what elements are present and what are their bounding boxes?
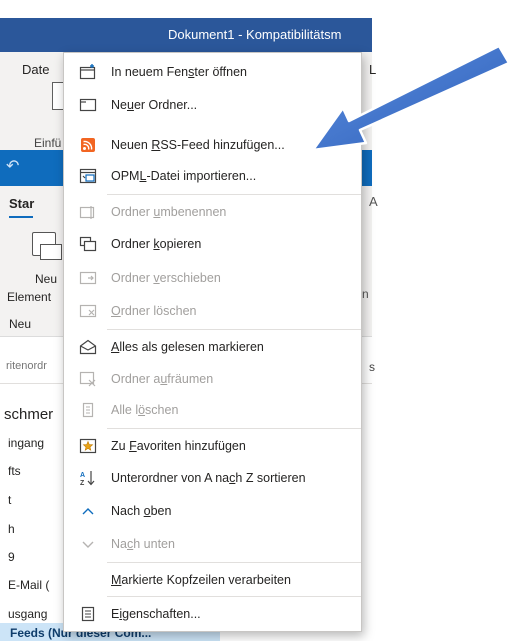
menu-item-add-rss-feed[interactable]: Neuen RSS-Feed hinzufügen... [64, 130, 361, 160]
menu-item-label: Neuer Ordner... [111, 98, 198, 112]
menu-separator [107, 194, 361, 195]
menu-item-clean-up-folder[interactable]: Ordner aufräumen [64, 364, 361, 394]
svg-text:Z: Z [80, 480, 85, 486]
word-tab-file[interactable]: Date [22, 62, 49, 77]
word-window-title: Dokument1 - Kompatibilitätsm [168, 27, 342, 42]
properties-icon [79, 606, 97, 622]
folder-item-email[interactable]: E-Mail ( [8, 578, 49, 592]
opml-import-icon [79, 168, 97, 184]
folder-item-drafts[interactable]: fts [8, 464, 21, 478]
outlook-undo-icon[interactable]: ↶ [6, 156, 19, 176]
right-pane-partial-text: s [369, 360, 375, 374]
word-title-bar: Dokument1 - Kompatibilitätsm [0, 18, 372, 52]
menu-item-label: Eigenschaften... [111, 607, 201, 621]
menu-item-move-folder[interactable]: Ordner verschieben [64, 263, 361, 293]
rename-folder-icon [79, 204, 97, 220]
menu-item-label: Unterordner von A nach Z sortieren [111, 471, 306, 485]
menu-separator [107, 428, 361, 429]
folder-context-menu: In neuem Fenster öffnen Neuer Ordner... … [63, 52, 362, 632]
menu-item-label: Alle löschen [111, 403, 179, 417]
menu-item-label: Neuen RSS-Feed hinzufügen... [111, 138, 285, 152]
menu-item-label: Ordner aufräumen [111, 372, 214, 386]
move-down-icon [79, 536, 97, 552]
svg-text:A: A [80, 472, 85, 479]
folder-item-archive[interactable]: h [8, 522, 15, 536]
new-item-mail-icon [40, 244, 62, 260]
menu-item-label: Ordner umbenennen [111, 205, 227, 219]
menu-item-mark-all-read[interactable]: Alles als gelesen markieren [64, 332, 361, 362]
move-up-icon [79, 503, 97, 519]
outlook-tab-start[interactable]: Star [9, 196, 34, 211]
menu-item-sort-subfolders[interactable]: AZ Unterordner von A nach Z sortieren [64, 463, 361, 493]
folder-item-inbox[interactable]: ingang [8, 436, 44, 450]
menu-item-rename-folder[interactable]: Ordner umbenennen [64, 197, 361, 227]
menu-item-label: In neuem Fenster öffnen [111, 65, 247, 79]
new-folder-icon [79, 97, 97, 113]
move-folder-icon [79, 270, 97, 286]
menu-item-label: OPML-Datei importieren... [111, 169, 257, 183]
menu-item-import-opml[interactable]: OPML-Datei importieren... [64, 161, 361, 191]
ribbon-group-new-label: Neu [9, 317, 32, 331]
menu-separator [107, 329, 361, 330]
menu-item-process-marked-headers[interactable]: Markierte Kopfzeilen verarbeiten [64, 565, 361, 595]
rss-feed-icon [79, 137, 97, 153]
menu-separator [107, 562, 361, 563]
menu-item-label: Ordner verschieben [111, 271, 221, 285]
menu-item-label: Alles als gelesen markieren [111, 340, 264, 354]
new-item-label-line2[interactable]: Element [7, 290, 51, 304]
add-favorite-icon [79, 438, 97, 454]
outlook-tab-partial[interactable]: A [369, 194, 378, 209]
menu-item-new-folder[interactable]: Neuer Ordner... [64, 90, 361, 120]
sort-az-icon: AZ [79, 470, 97, 486]
favorites-label: ritenordr [6, 360, 47, 372]
menu-separator [107, 596, 361, 597]
menu-item-delete-all[interactable]: Alle löschen [64, 395, 361, 425]
word-insert-label[interactable]: Einfü [34, 136, 61, 150]
folder-pane-account-header[interactable]: schmer [4, 406, 53, 423]
menu-item-label: Markierte Kopfzeilen verarbeiten [111, 573, 291, 587]
menu-item-label: Ordner kopieren [111, 237, 202, 251]
mark-all-read-icon [79, 339, 97, 355]
ribbon-partial-text: n [362, 287, 369, 301]
menu-item-label: Nach oben [111, 504, 172, 518]
menu-item-move-up[interactable]: Nach oben [64, 496, 361, 526]
menu-item-label: Nach unten [111, 537, 175, 551]
delete-folder-icon [79, 303, 97, 319]
delete-all-icon [79, 402, 97, 418]
menu-item-label: Ordner löschen [111, 304, 197, 318]
menu-item-delete-folder[interactable]: Ordner löschen [64, 296, 361, 326]
folder-item-outbox[interactable]: usgang [8, 607, 47, 621]
menu-item-properties[interactable]: Eigenschaften... [64, 599, 361, 629]
menu-item-move-down[interactable]: Nach unten [64, 529, 361, 559]
clean-up-folder-icon [79, 371, 97, 387]
copy-folder-icon [79, 236, 97, 252]
new-window-icon [79, 64, 97, 80]
menu-item-open-new-window[interactable]: In neuem Fenster öffnen [64, 57, 361, 87]
new-item-label-line1[interactable]: Neu [35, 272, 57, 286]
menu-item-copy-folder[interactable]: Ordner kopieren [64, 229, 361, 259]
word-tab-partial[interactable]: L [369, 62, 376, 77]
screenshot-stage: Dokument1 - Kompatibilitätsm Date L Einf… [0, 0, 514, 641]
folder-item-sent[interactable]: t [8, 493, 11, 507]
menu-item-add-to-favorites[interactable]: Zu Favoriten hinzufügen [64, 431, 361, 461]
folder-item-numbered[interactable]: 9 [8, 550, 15, 564]
menu-item-label: Zu Favoriten hinzufügen [111, 439, 246, 453]
outlook-tab-start-underline [9, 216, 33, 218]
